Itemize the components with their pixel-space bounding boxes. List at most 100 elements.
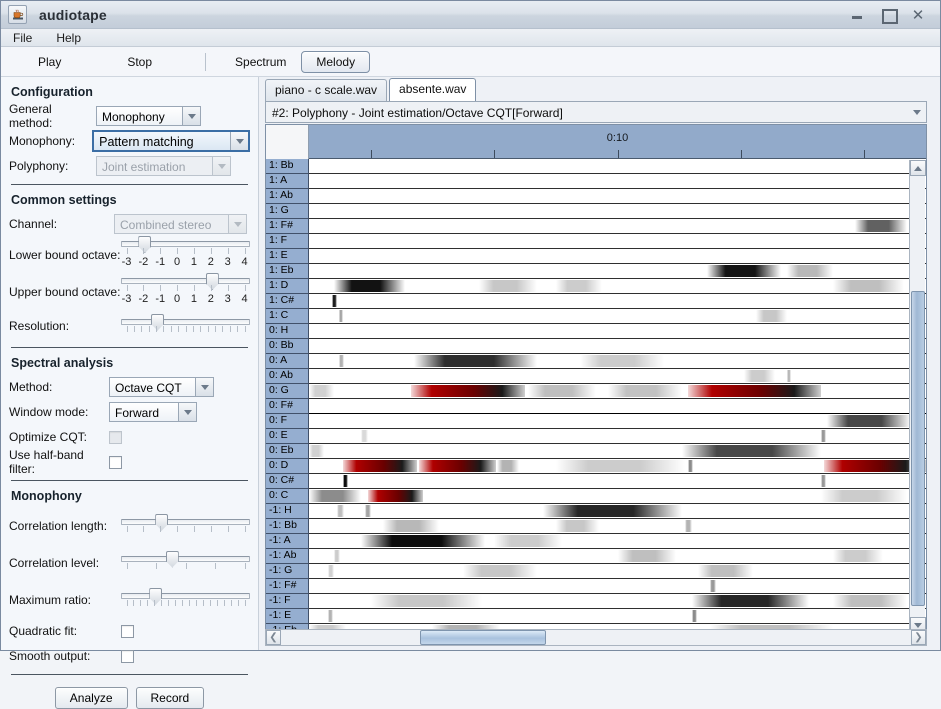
note-row-label[interactable]: 0: C#: [266, 474, 309, 489]
note-row-data[interactable]: [309, 474, 926, 489]
close-icon[interactable]: ✕: [910, 7, 926, 22]
note-row-label[interactable]: -1: F: [266, 594, 309, 609]
note-row-label[interactable]: 0: C: [266, 489, 309, 504]
monophony-select[interactable]: Pattern matching: [92, 130, 250, 152]
note-row-label[interactable]: 0: H: [266, 324, 309, 339]
note-row-label[interactable]: 1: D: [266, 279, 309, 294]
spectrum-button[interactable]: Spectrum: [224, 51, 297, 73]
scroll-right-icon[interactable]: ❯: [911, 630, 926, 645]
note-row-data[interactable]: [309, 354, 926, 369]
slider-track[interactable]: [120, 273, 250, 290]
general-method-select[interactable]: Monophony: [96, 106, 201, 126]
analyze-button[interactable]: Analyze: [54, 687, 128, 709]
note-row-label[interactable]: -1: H: [266, 504, 309, 519]
note-row-data[interactable]: [309, 444, 926, 459]
note-row-data[interactable]: [309, 489, 926, 504]
tab-absente[interactable]: absente.wav: [389, 78, 477, 101]
note-row-label[interactable]: 0: A: [266, 354, 309, 369]
upper-bound-octave-slider[interactable]: -3 -2 -1 0 1 2 3 4: [120, 273, 250, 306]
note-row-label[interactable]: 0: G: [266, 384, 309, 399]
note-row-label[interactable]: 1: A: [266, 174, 309, 189]
horizontal-scrollbar[interactable]: ❮ ❯: [265, 629, 927, 646]
half-band-filter-checkbox[interactable]: [109, 455, 122, 469]
note-row-label[interactable]: -1: E: [266, 609, 309, 624]
scroll-up-icon[interactable]: [910, 160, 926, 176]
note-row-data[interactable]: [309, 519, 926, 534]
maximize-icon[interactable]: [880, 8, 898, 24]
correlation-level-slider[interactable]: [120, 550, 250, 571]
note-row-label[interactable]: 1: G: [266, 204, 309, 219]
note-row-label[interactable]: 0: F#: [266, 399, 309, 414]
note-row-data[interactable]: [309, 294, 926, 309]
horizontal-scrollbar-track[interactable]: [281, 630, 911, 645]
menu-file[interactable]: File: [9, 30, 36, 46]
record-button[interactable]: Record: [135, 687, 205, 709]
note-row-data[interactable]: [309, 324, 926, 339]
resolution-slider[interactable]: [120, 313, 250, 334]
note-row-label[interactable]: 0: F: [266, 414, 309, 429]
note-row-label[interactable]: -1: A: [266, 534, 309, 549]
note-row-label[interactable]: -1: Ab: [266, 549, 309, 564]
note-row-label[interactable]: -1: F#: [266, 579, 309, 594]
note-row-data[interactable]: [309, 369, 926, 384]
note-row-data[interactable]: [309, 579, 926, 594]
note-row-data[interactable]: [309, 399, 926, 414]
note-row-data[interactable]: [309, 279, 926, 294]
smooth-output-checkbox[interactable]: [121, 649, 134, 663]
vertical-scrollbar[interactable]: [909, 160, 926, 633]
note-row-data[interactable]: [309, 309, 926, 324]
time-ruler-bar[interactable]: 0:10: [309, 125, 926, 159]
lower-bound-octave-slider[interactable]: -3 -2 -1 0 1 2 3 4: [120, 236, 250, 269]
note-row-label[interactable]: 1: F#: [266, 219, 309, 234]
note-row-data[interactable]: [309, 564, 926, 579]
note-row-label[interactable]: -1: Bb: [266, 519, 309, 534]
method-select[interactable]: Octave CQT: [109, 377, 214, 397]
tab-piano-c-scale[interactable]: piano - c scale.wav: [265, 79, 388, 101]
note-row-label[interactable]: 0: Bb: [266, 339, 309, 354]
note-row-label[interactable]: -1: G: [266, 564, 309, 579]
melody-button[interactable]: Melody: [301, 50, 371, 73]
play-button[interactable]: Play: [27, 51, 72, 73]
note-row-data[interactable]: [309, 534, 926, 549]
note-row-label[interactable]: 1: E: [266, 249, 309, 264]
vertical-scrollbar-thumb[interactable]: [911, 291, 925, 606]
note-row-label[interactable]: 1: Bb: [266, 159, 309, 174]
slider-track[interactable]: [120, 313, 250, 331]
minimize-icon[interactable]: [850, 8, 866, 22]
note-row-data[interactable]: [309, 594, 926, 609]
note-row-data[interactable]: [309, 339, 926, 354]
stop-button[interactable]: Stop: [116, 51, 163, 73]
note-row-data[interactable]: [309, 264, 926, 279]
note-row-data[interactable]: [309, 204, 926, 219]
note-row-data[interactable]: [309, 249, 926, 264]
window-mode-select[interactable]: Forward: [109, 402, 197, 422]
slider-track[interactable]: [120, 236, 250, 253]
note-row-label[interactable]: 1: F: [266, 234, 309, 249]
horizontal-scrollbar-thumb[interactable]: [419, 630, 546, 645]
note-row-label[interactable]: 1: C#: [266, 294, 309, 309]
note-row-label[interactable]: 0: D: [266, 459, 309, 474]
slider-track[interactable]: [120, 513, 250, 531]
note-row-data[interactable]: [309, 504, 926, 519]
note-row-data[interactable]: [309, 234, 926, 249]
scroll-left-icon[interactable]: ❮: [266, 630, 281, 645]
slider-track[interactable]: [120, 587, 250, 605]
note-row-label[interactable]: 1: Eb: [266, 264, 309, 279]
slider-track[interactable]: [120, 550, 250, 568]
correlation-length-slider[interactable]: [120, 513, 250, 534]
note-row-data[interactable]: [309, 414, 926, 429]
quadratic-fit-checkbox[interactable]: [121, 624, 134, 638]
note-row-label[interactable]: 1: C: [266, 309, 309, 324]
note-row-label[interactable]: 0: Eb: [266, 444, 309, 459]
note-row-label[interactable]: 0: E: [266, 429, 309, 444]
note-row-label[interactable]: 0: Ab: [266, 369, 309, 384]
note-row-data[interactable]: [309, 159, 926, 174]
note-row-data[interactable]: [309, 459, 926, 474]
note-row-data[interactable]: [309, 219, 926, 234]
note-row-data[interactable]: [309, 174, 926, 189]
note-row-data[interactable]: [309, 549, 926, 564]
note-row-data[interactable]: [309, 384, 926, 399]
note-row-data[interactable]: [309, 429, 926, 444]
maximum-ratio-slider[interactable]: [120, 587, 250, 608]
note-row-label[interactable]: 1: Ab: [266, 189, 309, 204]
